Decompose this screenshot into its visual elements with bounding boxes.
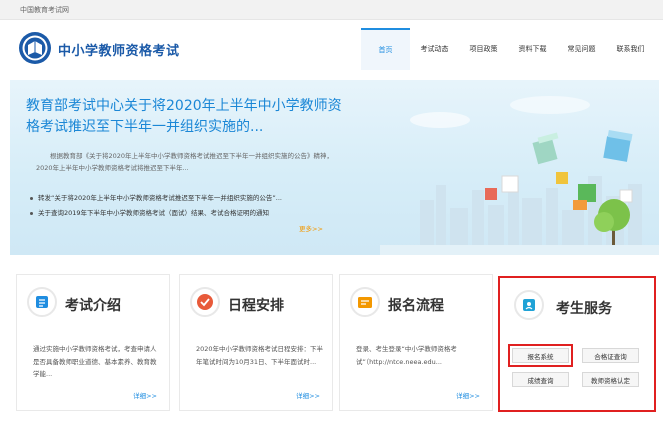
news-banner: 教育部考试中心关于将2020年上半年中小学教师资格考试推迟至下半年一并组织实施的… [10,80,659,255]
form-icon [358,297,372,308]
card-more-link[interactable]: 详细>> [133,390,157,400]
card-body: 登录、考生登录“中小学教师资格考试”（http://ntce.neea.edu.… [356,345,457,366]
candidate-service-panel: 考生服务 报名系统 合格证查询 成绩查询 教师资格认定 [498,276,656,412]
top-bar-text[interactable]: 中国教育考试网 [20,5,69,15]
card-body: 2020年中小学教师资格考试日程安排：下半年笔试时间为10月31日、下半年面试时… [196,345,324,366]
nav-faq[interactable]: 常见问题 [557,28,606,70]
nav-contact[interactable]: 联系我们 [606,28,655,70]
card-exam-intro[interactable]: 考试介绍 通过实施中小学教师资格考试，考查申请人是否具备教师职业道德、基本素养、… [16,274,170,411]
card-title: 报名流程 [388,298,444,314]
card-title: 日程安排 [228,298,284,314]
nav-downloads[interactable]: 资料下载 [508,28,557,70]
exam-intro-icon [27,287,57,317]
banner-link-text: 关于查询2019年下半年中小学教师资格考试（面试）结果、考试合格证明的通知 [38,209,270,217]
banner-link-2[interactable]: 关于查询2019年下半年中小学教师资格考试（面试）结果、考试合格证明的通知 [30,207,269,217]
card-registration-process[interactable]: 报名流程 登录、考生登录“中小学教师资格考试”（http://ntce.neea… [339,274,493,411]
card-title: 考试介绍 [65,298,121,314]
banner-link-text: 转发“关于将2020年上半年中小学教师资格考试推迟至下半年一并组织实施的公告”.… [38,194,282,202]
nav-exam-news[interactable]: 考试动态 [410,28,459,70]
document-icon [36,296,48,308]
teacher-qualification-button[interactable]: 教师资格认定 [582,372,639,387]
banner-link-1[interactable]: 转发“关于将2020年上半年中小学教师资格考试推迟至下半年一并组织实施的公告”.… [30,192,282,202]
banner-more-link[interactable]: 更多>> [299,223,323,233]
city-illustration [380,96,659,255]
bullet-icon [30,211,33,215]
top-bar: 中国教育考试网 [0,0,663,20]
registration-icon [350,287,380,317]
certificate-query-button[interactable]: 合格证查询 [582,348,639,363]
schedule-icon [190,287,220,317]
bullet-icon [30,196,33,200]
score-query-button[interactable]: 成绩查询 [512,372,569,387]
card-body: 通过实施中小学教师资格考试，考查申请人是否具备教师职业道德、基本素养、教育教学能… [33,345,157,378]
card-more-link[interactable]: 详细>> [456,390,480,400]
nav-policies[interactable]: 项目政策 [459,28,508,70]
site-title[interactable]: 中小学教师资格考试 [58,40,180,59]
card-schedule[interactable]: 日程安排 2020年中小学教师资格考试日程安排：下半年笔试时间为10月31日、下… [179,274,333,411]
nav-home[interactable]: 首页 [361,28,410,70]
banner-headline[interactable]: 教育部考试中心关于将2020年上半年中小学教师资格考试推迟至下半年一并组织实施的… [26,96,346,138]
card-more-link[interactable]: 详细>> [296,390,320,400]
main-nav: 首页 考试动态 项目政策 资料下载 常见问题 联系我们 [361,28,655,70]
id-card-icon [523,299,535,311]
banner-summary: 根据教育部《关于将2020年上半年中小学教师资格考试推迟至下半年一并组织实施的公… [36,152,334,172]
service-title: 考生服务 [556,301,612,317]
logo-icon[interactable] [18,31,52,65]
check-icon [197,294,213,310]
service-icon [514,290,544,320]
registration-system-button[interactable]: 报名系统 [508,344,573,367]
